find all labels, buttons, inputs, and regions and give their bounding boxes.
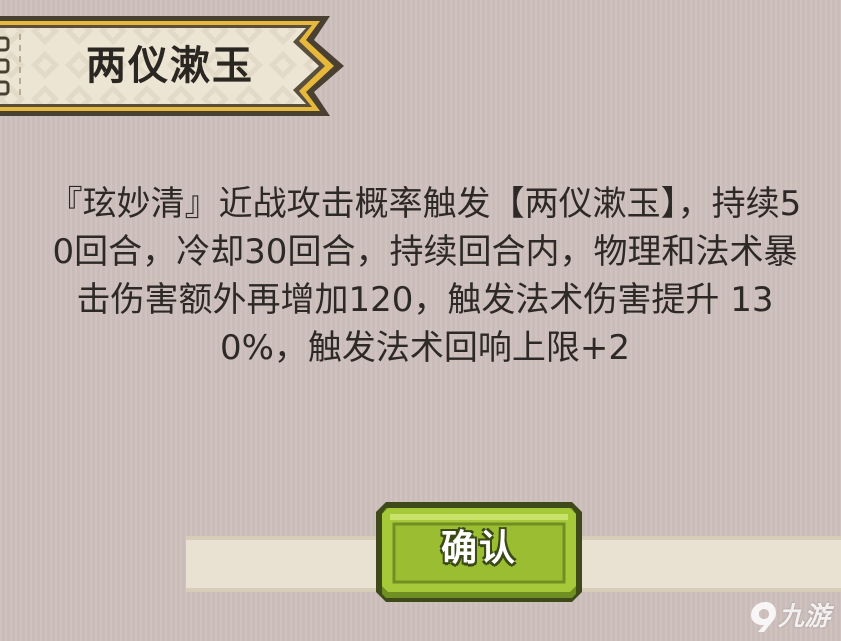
skill-description: 『玹妙清』近战攻击概率触发【两仪漱玉】，持续50回合，冷却30回合，持续回合内，… (48, 184, 802, 368)
dialog-title: 两仪漱玉 (86, 43, 254, 89)
watermark: 九游 (748, 598, 838, 636)
title-banner: 两仪漱玉 (0, 14, 354, 118)
watermark-text: 九游 (778, 602, 831, 632)
confirm-label: 确认 (440, 528, 517, 569)
confirm-button[interactable]: 确认 (376, 502, 582, 602)
jiuyou-logo-icon (751, 602, 776, 632)
